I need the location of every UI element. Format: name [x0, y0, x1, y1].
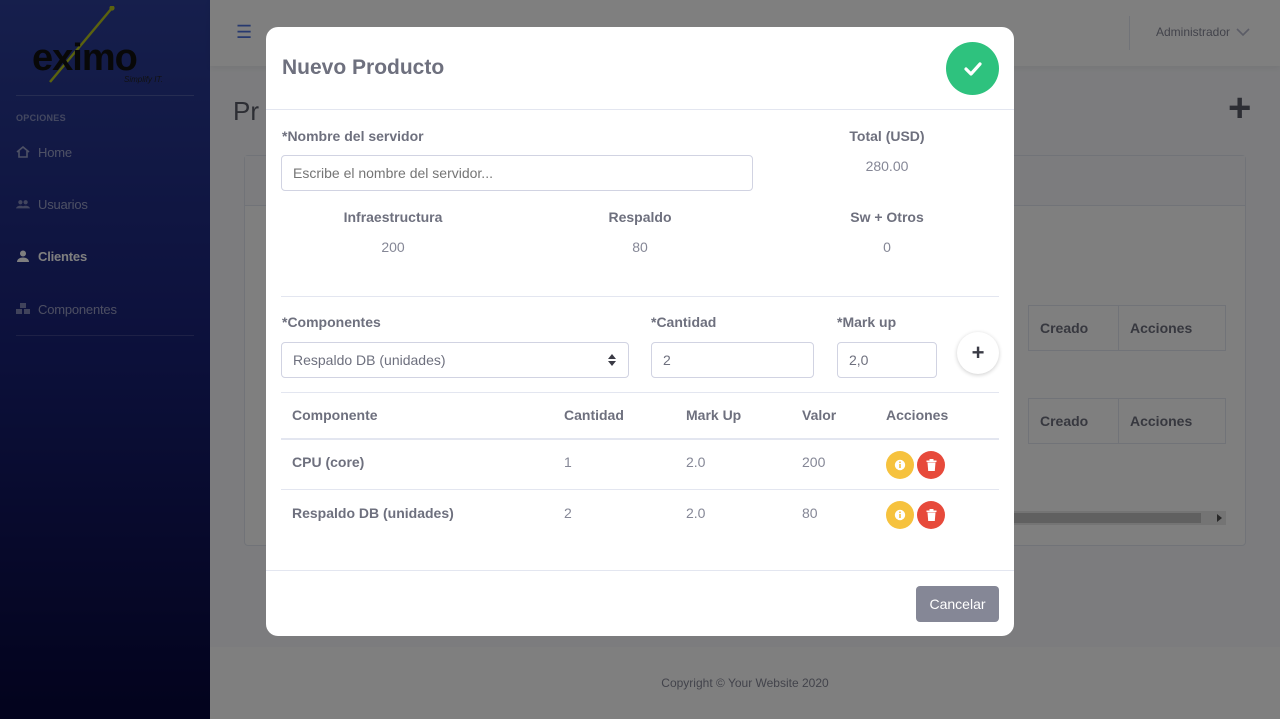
row-divider	[281, 489, 999, 490]
row-quantity: 1	[564, 454, 572, 470]
info-icon	[894, 459, 906, 471]
trash-icon	[926, 509, 936, 521]
server-name-input[interactable]	[281, 155, 753, 191]
new-product-modal: Nuevo Producto *Nombre del servidor Tota…	[266, 27, 1014, 636]
cancel-button[interactable]: Cancelar	[916, 586, 999, 622]
component-label: *Componentes	[282, 314, 381, 330]
summary-label-infrastructure: Infraestructura	[343, 209, 443, 225]
check-icon	[963, 61, 982, 76]
column-header-actions: Acciones	[886, 407, 949, 423]
info-icon	[894, 509, 906, 521]
column-header-value: Valor	[802, 407, 837, 423]
info-button[interactable]	[886, 451, 914, 479]
row-quantity: 2	[564, 505, 572, 521]
table-header-divider	[281, 438, 999, 440]
row-markup: 2.0	[686, 505, 706, 521]
markup-label: *Mark up	[837, 314, 897, 330]
component-select-value: Respaldo DB (unidades)	[293, 352, 446, 368]
info-button[interactable]	[886, 501, 914, 529]
quantity-input[interactable]: 2	[651, 342, 814, 378]
row-component: CPU (core)	[292, 454, 365, 470]
add-component-button[interactable]: +	[957, 332, 999, 374]
column-header-quantity: Cantidad	[564, 407, 624, 423]
component-select[interactable]: Respaldo DB (unidades)	[281, 342, 629, 378]
quantity-value: 2	[663, 352, 671, 368]
delete-button[interactable]	[917, 501, 945, 529]
delete-button[interactable]	[917, 451, 945, 479]
quantity-label: *Cantidad	[651, 314, 717, 330]
row-actions	[886, 451, 945, 479]
summary-value-backup: 80	[632, 239, 648, 255]
summary-label-backup: Respaldo	[608, 209, 672, 225]
select-arrows-icon	[608, 354, 616, 366]
summary-value-software: 0	[883, 239, 891, 255]
row-value: 200	[802, 454, 826, 470]
modal-header-divider	[266, 109, 1014, 110]
row-markup: 2.0	[686, 454, 706, 470]
row-actions	[886, 501, 945, 529]
summary-label-software: Sw + Otros	[850, 209, 924, 225]
total-value: 280.00	[865, 158, 909, 174]
section-divider	[281, 296, 999, 297]
table-top-border	[281, 392, 999, 393]
markup-value: 2,0	[849, 352, 869, 368]
trash-icon	[926, 459, 936, 471]
row-component: Respaldo DB (unidades)	[292, 505, 454, 521]
server-name-label: *Nombre del servidor	[282, 128, 424, 144]
row-value: 80	[802, 505, 818, 521]
confirm-button[interactable]	[946, 42, 999, 95]
summary-value-infrastructure: 200	[381, 239, 405, 255]
total-label: Total (USD)	[849, 128, 925, 144]
column-header-component: Componente	[292, 407, 378, 423]
markup-input[interactable]: 2,0	[837, 342, 937, 378]
column-header-markup: Mark Up	[686, 407, 742, 423]
modal-footer-divider	[266, 570, 1014, 571]
modal-title: Nuevo Producto	[282, 56, 445, 79]
